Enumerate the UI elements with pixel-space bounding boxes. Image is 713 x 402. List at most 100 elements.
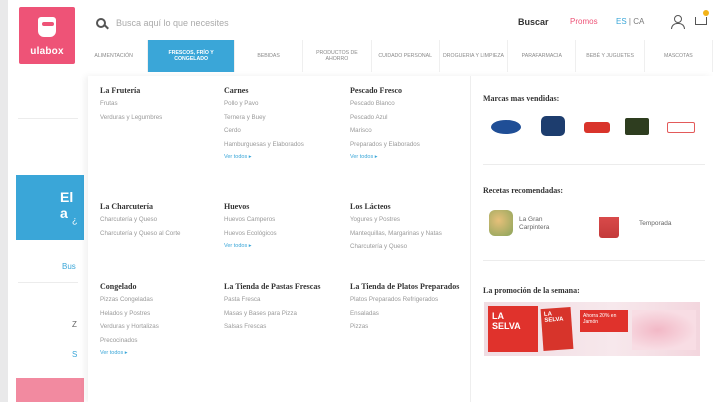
menu-item[interactable]: Huevos Ecológicos [224, 230, 342, 238]
recipe-image[interactable] [599, 208, 619, 238]
menu-column-title[interactable]: La Charcutería [100, 202, 218, 211]
see-all-link[interactable]: Ver todos ▸ [350, 154, 468, 160]
menu-columns: La Frutería Frutas Verduras y Legumbres Car… [88, 76, 470, 402]
promo-tag: Ahorra 20% en Jamón [580, 310, 628, 332]
promo-banner[interactable]: LA SELVA LA SELVA Ahorra 20% en Jamón [484, 302, 700, 356]
ulabox-logo[interactable]: ulabox [19, 7, 75, 64]
search-button[interactable]: Buscar [518, 17, 549, 27]
hero-banner[interactable]: El a ¿ [16, 175, 84, 240]
language-switch[interactable]: ES | CA [616, 17, 644, 26]
cart-icon[interactable] [694, 10, 709, 28]
recipe-title[interactable]: Temporada [639, 220, 699, 228]
menu-item[interactable]: Marisco [350, 127, 468, 135]
menu-column-title[interactable]: La Tienda de Platos Preparados [350, 282, 468, 291]
menu-item[interactable]: Ensaladas [350, 310, 468, 318]
lang-es[interactable]: ES [616, 17, 627, 26]
menu-column: Carnes Pollo y Pavo Ternera y Buey Cerdo Ham… [224, 86, 342, 160]
divider [18, 282, 78, 283]
menu-column: Congelado Pizzas Congeladas Helados y Post… [100, 282, 218, 356]
menu-column: La Charcutería Charcutería y Queso Charcut… [100, 202, 218, 243]
menu-item[interactable]: Ternera y Buey [224, 114, 342, 122]
category-nav: Alimentación Frescos, Frío y Congelado Beb… [80, 40, 713, 72]
promo-image [632, 310, 696, 350]
menu-item[interactable]: Pescado Blanco [350, 100, 468, 108]
menu-item[interactable]: Salsas Frescas [224, 323, 342, 331]
behind-link[interactable]: Bus [62, 262, 76, 271]
menu-item[interactable]: Precocinados [100, 337, 218, 345]
menu-item[interactable]: Helados y Postres [100, 310, 218, 318]
nav-item[interactable]: Alimentación [80, 40, 149, 72]
menu-column-title[interactable]: Congelado [100, 282, 218, 291]
nav-item[interactable]: Cuidado Personal [372, 40, 440, 72]
divider [483, 164, 705, 165]
brands-title: Marcas mas vendidas: [483, 94, 560, 103]
nav-item[interactable]: Frescos, Frío y Congelado [148, 40, 235, 72]
recipes-title: Recetas recomendadas: [483, 186, 564, 195]
menu-column: Huevos Huevos Camperos Huevos Ecológicos Ve… [224, 202, 342, 249]
menu-column-title[interactable]: Huevos [224, 202, 342, 211]
menu-column-title[interactable]: Pescado Fresco [350, 86, 468, 95]
brand-logo[interactable] [625, 118, 649, 135]
recipe-image[interactable] [489, 210, 513, 236]
brand-logo[interactable] [584, 122, 610, 133]
lang-ca[interactable]: CA [633, 17, 644, 26]
menu-column-title[interactable]: Carnes [224, 86, 342, 95]
menu-item[interactable]: Charcutería y Queso [350, 243, 468, 251]
menu-item[interactable]: Platos Preparados Refrigerados [350, 296, 468, 304]
brand-logo[interactable] [491, 120, 521, 134]
behind-text: S [72, 350, 78, 359]
menu-item[interactable]: Verduras y Hortalizas [100, 323, 218, 331]
menu-item[interactable]: Verduras y Legumbres [100, 114, 218, 122]
menu-item[interactable]: Huevos Camperos [224, 216, 342, 224]
menu-item[interactable]: Cerdo [224, 127, 342, 135]
behind-text: Z [72, 320, 77, 329]
menu-item[interactable]: Pollo y Pavo [224, 100, 342, 108]
menu-item[interactable]: Pescado Azul [350, 114, 468, 122]
menu-item[interactable]: Charcutería y Queso [100, 216, 218, 224]
menu-item[interactable]: Charcutería y Queso al Corte [100, 230, 218, 238]
see-all-link[interactable]: Ver todos ▸ [224, 243, 342, 249]
menu-item[interactable]: Yogures y Postres [350, 216, 468, 224]
menu-column: La Tienda de Pastas Frescas Pasta Fresca M… [224, 282, 342, 337]
promo-pack: LA SELVA [540, 307, 574, 351]
page: ulabox Busca aquí lo que necesites Busca… [8, 0, 713, 402]
menu-column-title[interactable]: La Frutería [100, 86, 218, 95]
recipe-title[interactable]: La Gran Carpintera [519, 216, 569, 232]
pink-strip [16, 378, 84, 402]
nav-item[interactable]: Parafarmacia [508, 40, 577, 72]
nav-item[interactable]: Bebidas [235, 40, 304, 72]
user-icon[interactable] [670, 14, 685, 30]
promo-brand: LA SELVA [488, 306, 538, 352]
menu-column: La Frutería Frutas Verduras y Legumbres [100, 86, 218, 127]
menu-item[interactable]: Masas y Bases para Pizza [224, 310, 342, 318]
divider [18, 118, 78, 119]
brand-logo[interactable] [541, 116, 565, 136]
nav-item[interactable]: Bebé y Juguetes [576, 40, 645, 72]
menu-item[interactable]: Mantequillas, Margarinas y Natas [350, 230, 468, 238]
promo-title: La promoción de la semana: [483, 286, 580, 295]
menu-item[interactable]: Frutas [100, 100, 218, 108]
menu-item[interactable]: Pasta Fresca [224, 296, 342, 304]
menu-column: Los Lácteos Yogures y Postres Mantequillas… [350, 202, 468, 257]
menu-item[interactable]: Preparados y Elaborados [350, 141, 468, 149]
see-all-link[interactable]: Ver todos ▸ [224, 154, 342, 160]
menu-item[interactable]: Pizzas [350, 323, 468, 331]
logo-mark-icon [38, 17, 56, 37]
search-placeholder: Busca aquí lo que necesites [116, 18, 229, 28]
menu-column-title[interactable]: Los Lácteos [350, 202, 468, 211]
logo-text: ulabox [30, 46, 64, 57]
menu-column: Pescado Fresco Pescado Blanco Pescado Azul… [350, 86, 468, 160]
menu-column-title[interactable]: La Tienda de Pastas Frescas [224, 282, 342, 291]
see-all-link[interactable]: Ver todos ▸ [100, 350, 218, 356]
menu-item[interactable]: Hamburguesas y Elaborados [224, 141, 342, 149]
search-input[interactable]: Busca aquí lo que necesites [90, 12, 510, 34]
brand-logo[interactable] [667, 122, 695, 133]
nav-item[interactable]: Mascotas [645, 40, 713, 72]
search-icon [96, 18, 106, 28]
nav-item[interactable]: Drogueria y Limpieza [440, 40, 509, 72]
promos-link[interactable]: Promos [570, 17, 598, 26]
menu-column: La Tienda de Platos Preparados Platos Pre… [350, 282, 468, 337]
lang-separator: | [628, 17, 631, 26]
menu-item[interactable]: Pizzas Congeladas [100, 296, 218, 304]
nav-item[interactable]: Productos de Ahorro [303, 40, 372, 72]
